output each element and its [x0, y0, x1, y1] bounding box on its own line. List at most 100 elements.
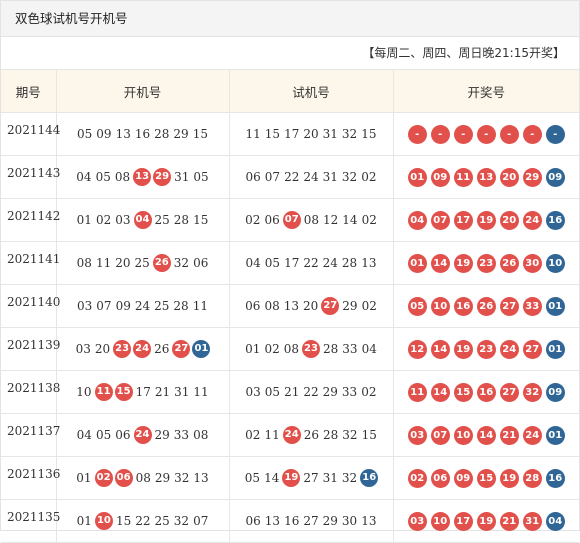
shiji-number: 02	[245, 212, 261, 227]
results-table: 期号 开机号 试机号 开奖号 2021144 05 09 13 16 28 29 15 11 15…	[1, 69, 579, 543]
red-ball: 23	[476, 339, 496, 359]
red-ball: 29	[522, 167, 542, 187]
kaiji-number: 33	[173, 427, 190, 442]
red-ball: 19	[282, 469, 301, 487]
kaiji-number: 31	[174, 169, 190, 184]
kaiji-number: 05	[77, 127, 93, 141]
shiji-number: 04	[245, 256, 261, 270]
shiji-cell: 02 11 24 26 28 32 15	[228, 413, 393, 457]
red-ball: 07	[430, 425, 450, 445]
column-header-shiji: 试机号	[228, 69, 393, 113]
red-ball: 24	[522, 210, 542, 230]
result-cell: 01 14 19 23 26 30 10	[392, 241, 579, 285]
red-ball: 27	[499, 382, 519, 402]
panel-title: 双色球试机号开机号	[1, 1, 579, 37]
column-header-kaiji: 开机号	[55, 69, 229, 113]
shiji-number: 06	[245, 170, 261, 184]
kaiji-number: 02	[95, 212, 112, 227]
kaiji-number: 26	[154, 341, 170, 356]
kaiji-number: 29	[154, 427, 170, 442]
red-ball: 15	[453, 382, 473, 402]
red-ball: 14	[476, 425, 496, 445]
shiji-number: 29	[342, 298, 358, 313]
kaiji-number: 15	[193, 212, 209, 227]
red-ball: 11	[407, 382, 427, 402]
shiji-number: 22	[284, 170, 300, 184]
red-ball: 02	[94, 469, 113, 487]
blue-ball: 10	[545, 253, 565, 273]
table-row: 2021138 10 11 15 17 21 31 11 03 05 21 22 29 33 02 11 14 1…	[1, 370, 579, 414]
table-row: 2021144 05 09 13 16 28 29 15 11 15 17 20 31 32 15- - - - -…	[1, 112, 579, 156]
kaiji-number: 32	[173, 513, 190, 528]
shiji-number: 02	[361, 170, 377, 184]
shiji-number: 27	[303, 470, 319, 485]
kaiji-number: 07	[96, 299, 112, 313]
red-ball: 24	[133, 340, 152, 358]
shiji-cell: 04 05 17 22 24 28 13	[228, 241, 393, 285]
kaiji-number: 13	[193, 470, 209, 485]
red-ball: -	[522, 124, 542, 144]
blue-ball: 16	[545, 210, 565, 230]
kaiji-cell: 05 09 13 16 28 29 15	[55, 112, 229, 156]
kaiji-number: 03	[115, 212, 131, 227]
kaiji-number: 09	[96, 127, 112, 141]
shiji-number: 29	[322, 514, 338, 528]
red-ball: 19	[476, 210, 496, 230]
red-ball: -	[499, 124, 519, 144]
kaiji-number: 11	[192, 299, 208, 313]
red-ball: 03	[407, 425, 427, 445]
red-ball: 07	[430, 210, 450, 230]
kaiji-number: 11	[193, 384, 209, 399]
red-ball: 14	[430, 382, 450, 402]
red-ball: 27	[321, 297, 340, 315]
red-ball: 14	[430, 339, 450, 359]
kaiji-number: 15	[115, 513, 132, 528]
shiji-number: 31	[322, 127, 338, 141]
shiji-number: 02	[245, 427, 261, 442]
red-ball: 31	[522, 511, 542, 531]
issue-number: 2021140	[1, 284, 60, 328]
result-cell: 03 10 17 19 21 31 04	[392, 499, 579, 543]
kaiji-number: 25	[154, 299, 170, 313]
table-row: 2021135 01 10 15 22 25 32 07 06 13 16 27 29 30 13 03 10 1…	[1, 499, 579, 543]
red-ball: -	[407, 124, 427, 144]
table-row: 2021143 04 05 08 13 29 31 05 06 07 22 24 31 32 02 01 09 1…	[1, 155, 579, 199]
kaiji-number: 08	[193, 427, 209, 442]
red-ball: 14	[430, 253, 450, 273]
red-ball: 06	[114, 469, 133, 487]
kaiji-number: 03	[77, 299, 93, 313]
shiji-number: 22	[303, 385, 319, 399]
shiji-number: 03	[245, 385, 261, 399]
kaiji-number: 15	[192, 127, 208, 141]
red-ball: 24	[499, 339, 519, 359]
red-ball: 15	[114, 383, 133, 401]
shiji-number: 13	[264, 514, 281, 528]
shiji-number: 13	[283, 298, 299, 313]
shiji-number: 31	[322, 470, 338, 485]
red-ball: 24	[282, 426, 301, 444]
red-ball: 04	[407, 210, 427, 230]
red-ball: 07	[282, 211, 301, 229]
result-cell: 01 09 11 13 20 29 09	[392, 155, 579, 199]
kaiji-cell: 01 10 15 22 25 32 07	[55, 499, 229, 543]
kaiji-number: 08	[114, 169, 131, 184]
kaiji-number: 22	[135, 513, 151, 528]
kaiji-cell: 03 20 23 24 26 27 01	[55, 327, 229, 371]
blue-ball: -	[545, 124, 565, 144]
shiji-number: 21	[284, 385, 300, 399]
red-ball: 10	[94, 512, 113, 530]
blue-ball: 01	[545, 296, 565, 316]
kaiji-number: 21	[154, 384, 171, 399]
red-ball: 10	[453, 425, 473, 445]
issue-number: 2021137	[1, 413, 60, 457]
table-body: 2021144 05 09 13 16 28 29 15 11 15 17 20 31 32 15- - - - -…	[1, 112, 579, 543]
red-ball: 01	[407, 167, 427, 187]
kaiji-number: 28	[173, 299, 189, 313]
shiji-number: 13	[361, 514, 377, 528]
kaiji-number: 17	[135, 384, 151, 399]
kaiji-number: 08	[135, 470, 151, 485]
red-ball: 32	[522, 382, 542, 402]
red-ball: 17	[453, 511, 473, 531]
kaiji-number: 28	[173, 212, 190, 227]
red-ball: 05	[407, 296, 427, 316]
